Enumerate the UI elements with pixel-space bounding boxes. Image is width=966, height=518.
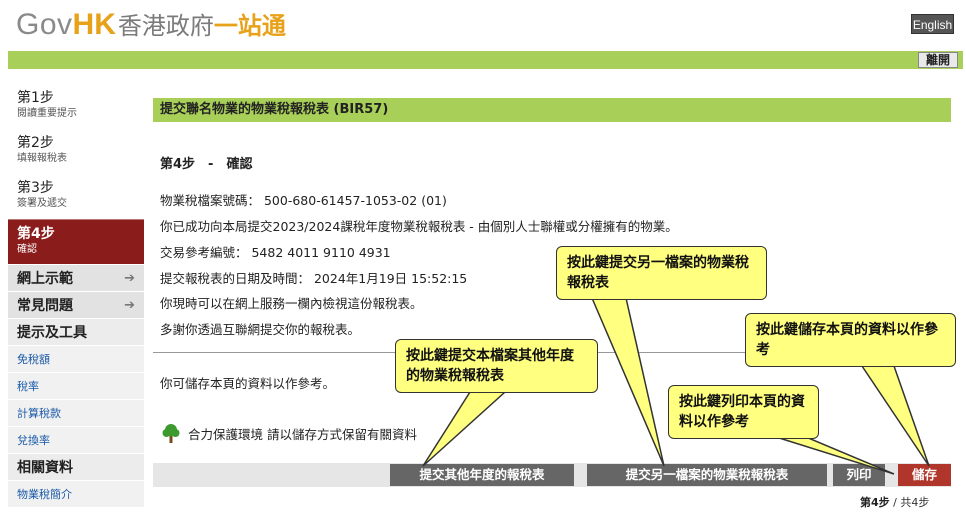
step-subtitle: 確認 [17,244,37,255]
step-title: 第3步 [17,180,54,196]
submit-another-file-button[interactable]: 提交另一檔案的物業稅報稅表 [587,464,827,486]
step-title: 第2步 [17,135,54,151]
file-number-line: 物業稅檔案號碼： 500-680-61457-1053-02 (01) [160,193,447,208]
english-language-button[interactable]: English [911,14,954,34]
sidebar-section-label: 相關資料 [17,460,73,476]
sidebar-section-tools: 提示及工具 [8,318,144,345]
success-message-line: 你已成功向本局提交2023/2024課稅年度物業稅報稅表 - 由個別人士聯權或分… [160,219,678,234]
submit-other-year-button[interactable]: 提交其他年度的報稅表 [390,464,574,486]
thank-you-line: 多謝你透過互聯網提交你的報稅表。 [160,322,361,337]
sidebar-step-3: 第3步 簽署及遞交 [8,174,144,219]
sidebar-link-property-tax-intro[interactable]: 物業稅簡介 [8,480,144,507]
sidebar-item-label: 網上示範 [17,271,73,287]
step-subtitle: 簽署及遞交 [17,198,67,209]
pager-total: 共4步 [900,496,930,509]
step-title: 第1步 [17,90,54,106]
print-button[interactable]: 列印 [833,464,885,486]
sidebar-link-calculate-tax[interactable]: 計算稅款 [8,399,144,426]
submission-time-line: 提交報稅表的日期及時間： 2024年1月19日 15:52:15 [160,271,468,286]
green-note: 合力保護環境 請以儲存方式保留有關資料 [160,422,417,444]
callout-save: 按此鍵儲存本頁的資料以作參考 [745,313,956,367]
green-note-text: 合力保護環境 請以儲存方式保留有關資料 [188,426,417,442]
callout-other-year: 按此鍵提交本檔案其他年度的物業稅報稅表 [395,339,598,393]
step-title: 第4步 [17,226,55,242]
sidebar-section-label: 提示及工具 [17,325,87,341]
logo-zh-text: 香港政府 [117,12,214,40]
header-green-bar [8,51,963,69]
arrow-right-icon: ➔ [124,270,135,286]
exit-button[interactable]: 離開 [918,52,958,68]
sidebar-step-1: 第1步 閱讀重要提示 [8,84,144,129]
page-title: 提交聯名物業的物業稅報稅表 (BIR57) [153,98,951,122]
sidebar: 第1步 閱讀重要提示 第2步 填報報稅表 第3步 簽署及遞交 第4步 確認 網上… [8,84,144,507]
pager-current: 第4步 [860,496,890,509]
save-note: 你可儲存本頁的資料以作參考。 [160,376,336,391]
logo-zh-accent-text: 一站通 [213,12,286,40]
logo-hk-text: HK [72,8,116,41]
sidebar-item-demo[interactable]: 網上示範 ➔ [8,264,144,291]
sidebar-link-exchange-rates[interactable]: 兌換率 [8,426,144,453]
sidebar-section-related: 相關資料 [8,453,144,480]
save-button[interactable]: 儲存 [898,464,951,486]
sidebar-link-tax-rates[interactable]: 稅率 [8,372,144,399]
transaction-ref-line: 交易參考編號： 5482 4011 9110 4931 [160,245,391,260]
sidebar-step-4-active: 第4步 確認 [8,219,144,264]
govhk-logo[interactable]: Gov HK 香港政府 一站通 [16,6,286,41]
callout-tails [422,297,930,475]
sidebar-item-label: 常見問題 [17,298,73,314]
sidebar-step-2: 第2步 填報報稅表 [8,129,144,174]
callout-print: 按此鍵列印本頁的資料以作參考 [668,385,819,439]
step-pager: 第4步 / 共4步 [860,494,929,510]
tree-icon [162,424,180,443]
logo-gov-text: Gov [16,8,73,41]
step-subtitle: 填報報稅表 [17,153,67,164]
sidebar-link-allowances[interactable]: 免稅額 [8,345,144,372]
step-subtitle: 閱讀重要提示 [17,108,77,119]
arrow-right-icon: ➔ [124,297,135,313]
pager-separator: / [893,496,897,509]
callout-another-file: 按此鍵提交另一檔案的物業稅報稅表 [556,246,767,300]
step-heading: 第4步 - 確認 [160,157,253,172]
sidebar-item-faq[interactable]: 常見問題 ➔ [8,291,144,318]
view-return-line: 你現時可以在網上服務一欄內檢視這份報稅表。 [160,296,423,311]
